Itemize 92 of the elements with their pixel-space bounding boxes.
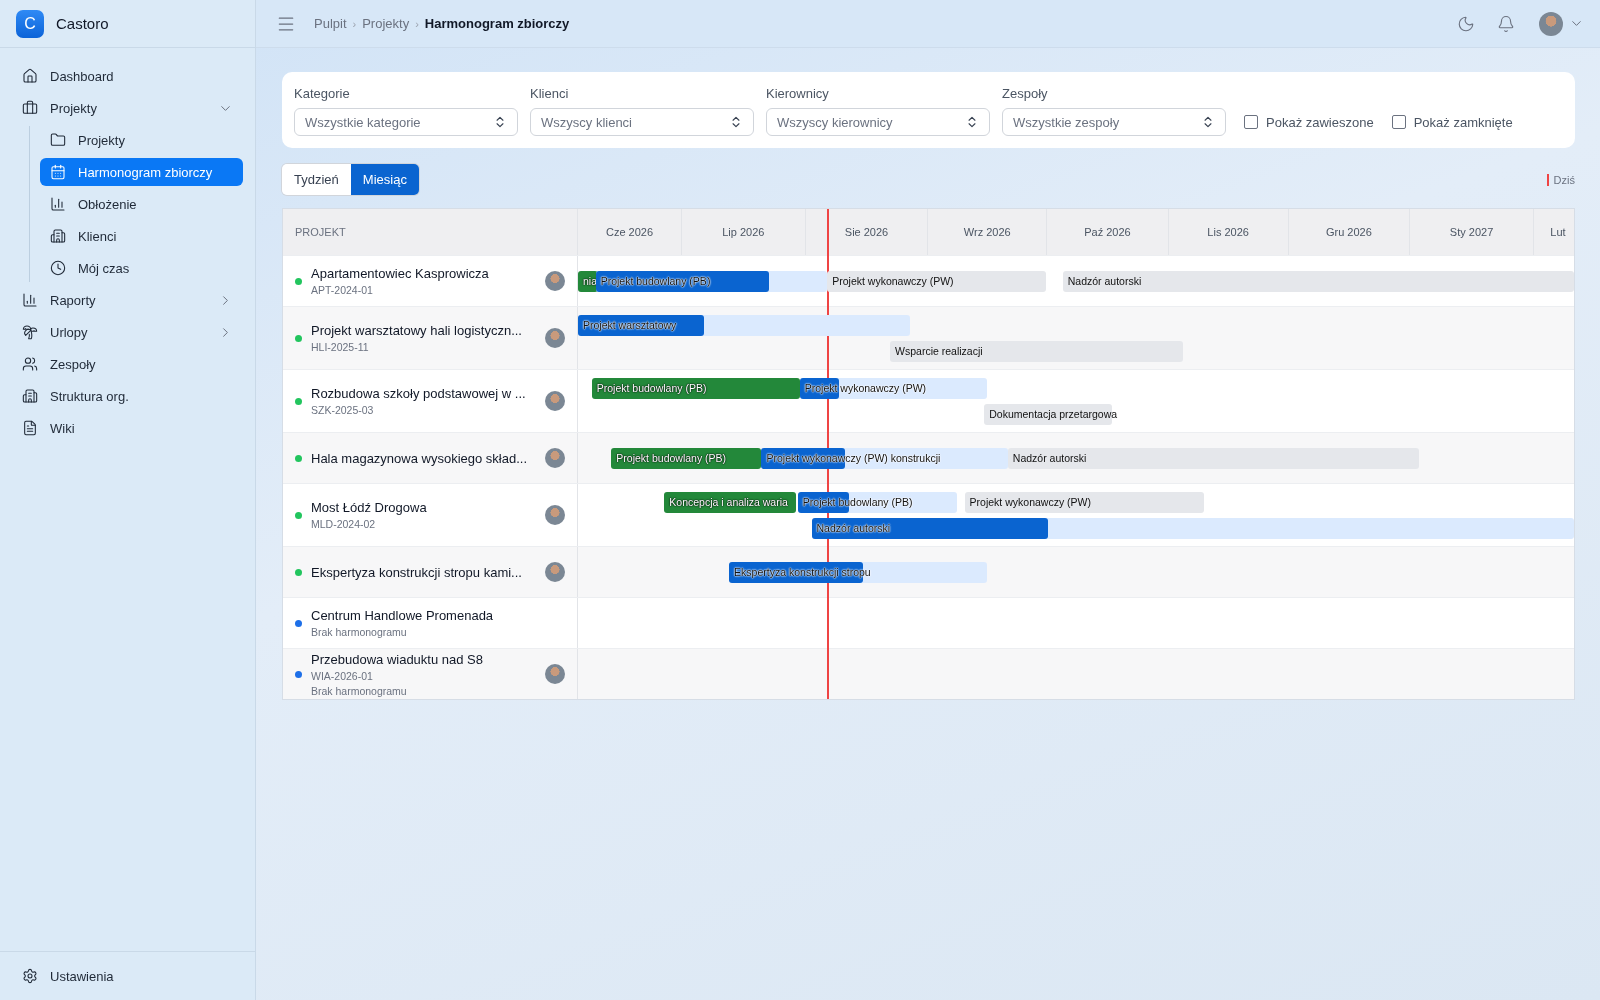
task-bar[interactable]: Projekt wykonawczy (PW) [799, 377, 988, 399]
bar-chart-icon [22, 292, 38, 308]
view-tab[interactable]: Miesiąc [350, 164, 419, 195]
task-label: Wsparcie realizacji [894, 345, 984, 357]
project-note: Brak harmonogramu [311, 626, 408, 638]
folder-icon [50, 132, 66, 148]
task-label: Koncepcja i analiza waria [668, 496, 789, 508]
filter-select[interactable]: Wszystkie zespoły [1002, 108, 1226, 136]
app-logo: C [16, 9, 44, 38]
filter-label: Kategorie [294, 86, 351, 101]
project-name: Przebudowa wiaduktu nad S8 [311, 651, 484, 667]
building-icon [22, 388, 38, 404]
filter-label: Klienci [530, 86, 570, 101]
task-bar[interactable]: Wsparcie realizacji [890, 340, 1184, 362]
task-bar[interactable]: nia [578, 270, 598, 292]
task-label: nia [582, 275, 598, 287]
view-tab[interactable]: Tydzień [282, 164, 351, 195]
project-code: SZK-2025-03 [311, 404, 375, 416]
today-legend-marker [1546, 173, 1549, 186]
checkbox[interactable] [1391, 115, 1406, 129]
task-label: Projekt warsztatowy [582, 319, 678, 331]
project-name: Apartamentowiec Kasprowicza [311, 266, 490, 281]
project-name: Rozbudowa szkoły podstawowej w ... [311, 386, 527, 401]
sidebar-item[interactable]: Mój czas [40, 254, 243, 282]
filter-select[interactable]: Wszystkie kategorie [294, 108, 518, 136]
sidebar-item[interactable]: Zespoły [12, 350, 243, 378]
breadcrumb-link[interactable]: Pulpit [314, 16, 347, 31]
project-note: Brak harmonogramu [311, 684, 408, 697]
sidebar-item[interactable]: Raporty [12, 286, 243, 314]
project-code: HLI-2025-11 [311, 341, 370, 353]
project-name: Hala magazynowa wysokiego skład... [311, 450, 529, 466]
filter-select[interactable]: Wszyscy kierownicy [766, 108, 990, 136]
user-menu-button[interactable] [1539, 11, 1584, 36]
task-label: Projekt budowlany (PB) [615, 452, 728, 464]
project-name: Projekt warsztatowy hali logistyczn... [311, 323, 523, 338]
sidebar-item[interactable]: Projekty [40, 126, 243, 154]
project-name: Centrum Handlowe Promenada [311, 608, 495, 623]
sidebar-item[interactable]: Harmonogram zbiorczy [40, 158, 243, 186]
sidebar-item[interactable]: Projekty [12, 94, 243, 122]
project-name: Ekspertyza konstrukcji stropu kami... [311, 564, 523, 580]
filter-select[interactable]: Wszyscy klienci [530, 108, 754, 136]
project-code: APT-2024-01 [311, 284, 374, 296]
sidebar-item[interactable]: Dashboard [12, 62, 243, 90]
task-label: Nadzór autorski [1066, 275, 1143, 287]
sidebar-item[interactable]: Urlopy [12, 318, 243, 346]
sidebar-item[interactable]: Obłożenie [40, 190, 243, 218]
users-icon [22, 356, 38, 372]
task-bar[interactable]: Projekt wykonawczy (PW) [827, 270, 1047, 292]
task-label: Projekt wykonawczy (PW) [968, 496, 1092, 508]
task-bar[interactable]: Nadzór autorski [1007, 447, 1419, 469]
checkbox[interactable] [1244, 115, 1258, 129]
task-label: Projekt wykonawczy (PW) [831, 275, 955, 287]
clock-icon [50, 260, 66, 276]
sidebar-item[interactable]: Struktura org. [12, 382, 243, 410]
sidebar-item[interactable]: Wiki [12, 414, 243, 442]
project-code: MLD-2024-02 [311, 518, 377, 530]
task-label: Dokumentacja przetargowa [988, 408, 1119, 420]
project-name: Most Łódź Drogowa [311, 500, 428, 515]
task-label: Projekt budowlany (PB) [595, 382, 708, 394]
notifications-button[interactable] [1497, 14, 1515, 33]
task-bar[interactable]: Projekt wykonawczy (PW) [964, 491, 1205, 513]
breadcrumb-link[interactable]: Projekty [362, 16, 410, 31]
task-label: Projekt wykonawczy (PW) [803, 382, 928, 394]
task-label: Projekt budowlany (PB) [599, 275, 712, 287]
filter-label: Kierownicy [766, 86, 830, 101]
building-icon [50, 228, 66, 244]
breadcrumb-separator: › [415, 17, 419, 30]
sidebar-item[interactable]: Klienci [40, 222, 243, 250]
checkbox-label: Pokaż zawieszone [1266, 114, 1374, 130]
checkbox-label: Pokaż zamknięte [1413, 114, 1513, 130]
project-code: WIA-2026-01 [311, 669, 374, 682]
filter-label: Zespoły [1002, 86, 1049, 101]
task-label: Nadzór autorski [1011, 452, 1088, 464]
task-bar[interactable]: Nadzór autorski [1062, 270, 1574, 292]
dark-mode-button[interactable] [1457, 14, 1475, 33]
breadcrumb-separator: › [352, 17, 357, 30]
task-bar[interactable]: Projekt budowlany (PB) [591, 377, 800, 399]
bar-chart-icon [50, 196, 66, 212]
task-bar[interactable]: Koncepcja i analiza waria [664, 491, 796, 513]
calendar-icon [50, 164, 66, 180]
briefcase-icon [22, 100, 38, 116]
house-icon [22, 68, 38, 84]
task-bar[interactable]: Projekt budowlany (PB) [611, 447, 761, 469]
breadcrumb-link[interactable]: Harmonogram zbiorczy [424, 16, 570, 31]
task-label: Nadzór autorski [815, 522, 892, 534]
user-avatar [1539, 11, 1563, 36]
settings-link[interactable]: Ustawienia [12, 962, 243, 990]
app-name: Castoro [56, 15, 109, 32]
settings-icon [22, 968, 38, 984]
document-icon [22, 420, 38, 436]
legend-label: Dziś [1553, 173, 1575, 186]
palm-tree-icon [22, 324, 38, 340]
